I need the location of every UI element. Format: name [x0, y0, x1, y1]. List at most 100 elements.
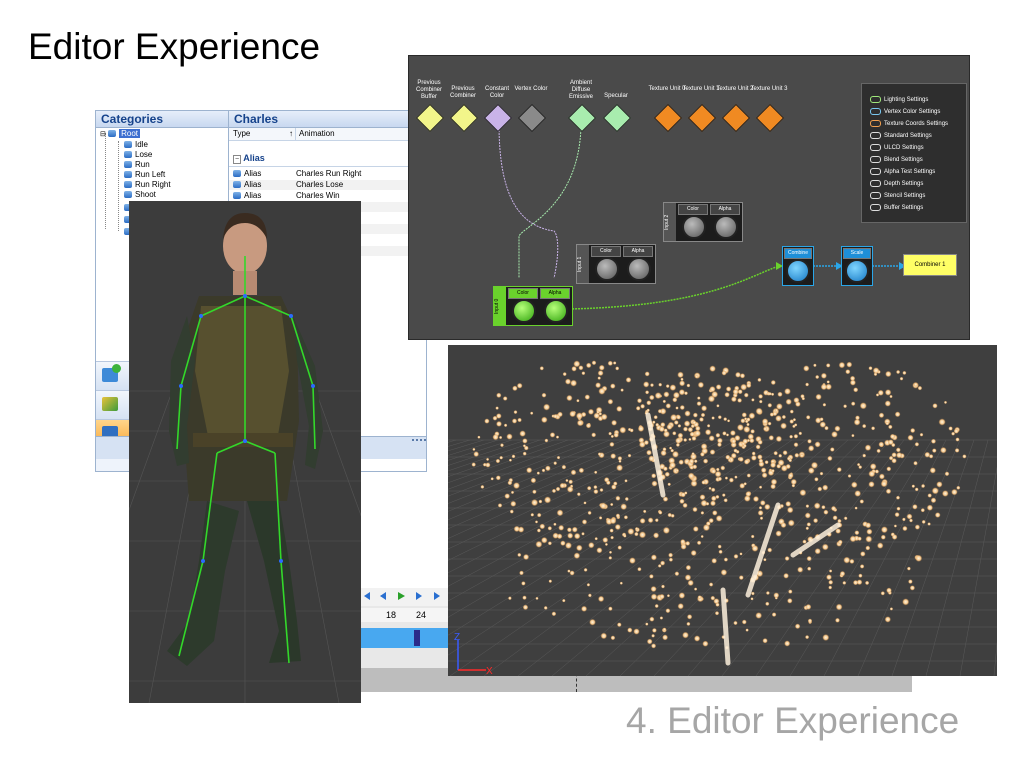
x-axis-label: X	[486, 666, 493, 676]
color-knob[interactable]	[682, 215, 706, 239]
step-forward-icon[interactable]	[416, 592, 422, 600]
slide-footer: 4. Editor Experience	[626, 700, 960, 741]
animation-icon	[124, 171, 132, 179]
scale-node[interactable]: Scale	[841, 246, 873, 286]
animation-icon	[124, 161, 132, 169]
tree-item-idle[interactable]: Idle	[124, 140, 148, 150]
legend-item[interactable]: Stencil Settings	[870, 192, 925, 199]
input-label: Ambient Diffuse Emissive	[568, 80, 593, 100]
table-row[interactable]: Alias Charles Win	[229, 191, 426, 201]
particle-viewport[interactable]: Z X	[448, 345, 997, 676]
tree-connector	[118, 141, 119, 231]
combiner-output-node[interactable]: Combiner 1	[903, 254, 957, 276]
animation-icon	[124, 141, 132, 149]
folder-icon	[108, 130, 117, 138]
tree-root[interactable]: ⊟ Root	[100, 129, 141, 139]
settings-legend: Lighting Settings Vertex Color Settings …	[861, 83, 967, 223]
input-0-node[interactable]: Input 0 Color Alpha	[493, 286, 573, 326]
toggle-icon	[870, 132, 881, 139]
toggle-icon	[870, 192, 881, 199]
previous-frame-icon[interactable]	[364, 592, 370, 600]
color-channel-label: Color	[508, 288, 538, 299]
slide-title: Editor Experience	[28, 26, 321, 67]
scale-label: Scale	[843, 248, 871, 259]
toggle-icon	[870, 144, 881, 151]
alpha-channel-label: Alpha	[710, 204, 740, 215]
legend-item[interactable]: Standard Settings	[870, 132, 932, 139]
toggle-icon	[870, 168, 881, 175]
z-axis-label: Z	[454, 632, 460, 643]
animation-icon	[124, 181, 132, 189]
combine-label: Combine	[784, 248, 812, 259]
axis-gizmo: Z X	[454, 632, 493, 676]
ruler-tick-label: 24	[416, 610, 427, 620]
combine-node[interactable]: Combine	[782, 246, 814, 286]
tree-item-run-right[interactable]: Run Right	[124, 180, 171, 190]
legend-item[interactable]: Buffer Settings	[870, 204, 923, 211]
group-alias[interactable]: − Alias	[233, 153, 265, 164]
play-icon[interactable]	[398, 592, 405, 600]
divider	[229, 166, 426, 167]
input-label: Texture Unit 3	[750, 86, 788, 92]
playhead-marker[interactable]	[414, 630, 420, 646]
column-animation[interactable]: Animation	[295, 128, 335, 140]
legend-item[interactable]: ULCD Settings	[870, 144, 924, 151]
alias-icon	[233, 181, 241, 189]
table-row[interactable]: Alias Charles Run Right	[229, 169, 426, 179]
ruler-tick-label: 18	[386, 610, 397, 620]
toggle-icon	[870, 120, 881, 127]
toggle-icon	[870, 96, 881, 103]
categories-header: Categories	[96, 111, 228, 128]
table-row[interactable]: Alias Charles Lose	[229, 180, 426, 190]
alpha-knob[interactable]	[627, 257, 651, 281]
alpha-channel-label: Alpha	[540, 288, 570, 299]
color-channel-label: Color	[678, 204, 708, 215]
particle-render	[448, 360, 997, 676]
collapse-icon[interactable]: −	[233, 155, 242, 164]
legend-item[interactable]: Depth Settings	[870, 180, 923, 187]
input-1-node[interactable]: Input 1 Color Alpha	[576, 244, 656, 284]
input-2-node[interactable]: Input 2 Color Alpha	[663, 202, 743, 242]
tree-item-shoot[interactable]: Shoot	[124, 190, 156, 200]
column-type[interactable]: Type	[233, 128, 250, 140]
input-0-label: Input 0	[494, 287, 506, 325]
legend-item[interactable]: Texture Coords Settings	[870, 120, 948, 127]
character-viewport[interactable]	[129, 201, 361, 703]
alias-icon	[233, 192, 241, 200]
resize-grip-icon[interactable]	[412, 439, 426, 445]
alpha-knob[interactable]	[714, 215, 738, 239]
sort-icon[interactable]: ↑	[289, 128, 293, 140]
timeline-track[interactable]	[360, 628, 450, 648]
toggle-icon	[870, 156, 881, 163]
color-knob[interactable]	[595, 257, 619, 281]
alpha-knob[interactable]	[544, 299, 568, 323]
edit-icon	[102, 397, 118, 411]
legend-item[interactable]: Lighting Settings	[870, 96, 928, 103]
toggle-icon	[870, 180, 881, 187]
color-channel-label: Color	[591, 246, 621, 257]
column-headers: Type ↑ Animation	[229, 128, 426, 141]
animation-icon	[124, 191, 132, 199]
scale-knob[interactable]	[845, 259, 869, 283]
character-render	[129, 213, 361, 703]
shader-node-graph: Previous Combiner Buffer Previous Combin…	[408, 55, 970, 340]
timeline-ruler[interactable]: 2 18 24	[356, 608, 450, 622]
legend-item[interactable]: Blend Settings	[870, 156, 923, 163]
next-frame-icon[interactable]	[434, 592, 440, 600]
playback-controls	[360, 588, 450, 606]
legend-item[interactable]: Vertex Color Settings	[870, 108, 940, 115]
color-knob[interactable]	[512, 299, 536, 323]
tree-item-run[interactable]: Run	[124, 160, 150, 170]
toggle-icon	[870, 108, 881, 115]
input-2-label: Input 2	[664, 203, 676, 241]
tree-item-run-left[interactable]: Run Left	[124, 170, 165, 180]
input-label: Specular	[604, 93, 628, 99]
tree-item-lose[interactable]: Lose	[124, 150, 152, 160]
input-label: Vertex Color	[514, 86, 548, 92]
alpha-channel-label: Alpha	[623, 246, 653, 257]
list-header: Charles	[229, 111, 426, 128]
alias-icon	[233, 170, 241, 178]
legend-item[interactable]: Alpha Test Settings	[870, 168, 935, 175]
step-back-icon[interactable]	[380, 592, 386, 600]
combine-knob[interactable]	[786, 259, 810, 283]
